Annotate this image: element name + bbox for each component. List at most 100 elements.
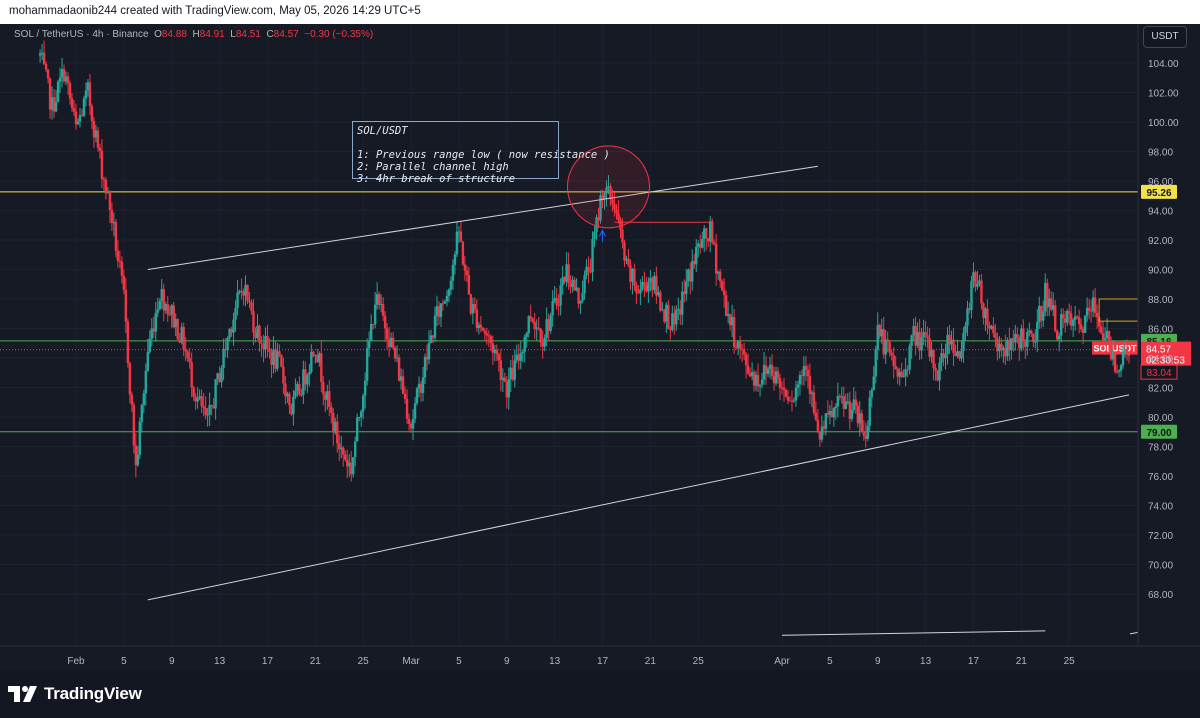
candle-body [356,417,359,442]
candle-body [282,366,285,384]
candle-body [1125,349,1129,355]
candle-body [796,384,800,388]
candle-body [1042,311,1045,321]
candle-body [130,394,134,405]
candle-body [870,390,873,398]
candle-body [1058,335,1061,340]
candle-body [742,349,746,355]
level-price-label: 79.00 [1146,428,1171,439]
y-tick-label: 78.00 [1148,443,1173,454]
candle-body [423,356,427,378]
candle-body [250,302,253,311]
candle-body [110,209,114,224]
candle-body [367,340,371,349]
candle-body [1087,307,1091,311]
candle-body [499,360,502,380]
candle-body [154,312,157,332]
candle-body [445,295,449,302]
candle-body [72,107,76,112]
candle-body [738,341,742,349]
x-tick-label: 17 [968,656,980,667]
candle-body [1067,311,1071,314]
y-tick-label: 70.00 [1148,561,1173,572]
price-chart[interactable]: 95.2685.1679.00SOLUSDT84.5702:30:5383.04… [0,24,1200,670]
candle-body [824,413,828,429]
candle-body [461,241,465,265]
candle-body [986,308,989,326]
candle-body [503,377,506,382]
candle-body [874,349,877,377]
candle-body [108,191,112,210]
candle-body [1083,315,1087,333]
candle-body [521,351,524,354]
y-tick-label: 100.00 [1148,118,1179,129]
candle-body [128,363,132,395]
candle-body [328,391,331,408]
candle-body [411,418,415,429]
candle-body [453,254,457,265]
candle-body [114,221,118,251]
candle-body [770,364,774,376]
candle-body [381,304,385,316]
annotation-note[interactable]: SOL/USDT 1: Previous range low ( now res… [352,121,610,185]
candle-body [868,397,871,426]
candle-body [120,261,124,276]
candle-body [718,271,722,282]
candle-body [136,454,140,466]
candle-body [583,275,586,294]
x-tick-label: 21 [645,656,657,667]
candle-body [132,404,136,446]
candle-body [138,421,142,455]
candle-body [593,232,596,240]
candle-body [623,242,626,261]
candle-body [836,395,840,407]
candle-body [373,304,377,325]
level-price-label: 95.26 [1146,188,1171,199]
candle-body [190,362,193,388]
candle-body [776,371,780,379]
close-value: 84.57 [273,29,299,40]
candle-body [166,304,169,315]
candle-body [294,390,297,397]
candle-body [832,407,836,418]
candle-body [1117,370,1121,372]
brand-logo[interactable]: TradingView [8,684,142,704]
candle-body [200,396,203,407]
candle-body [352,457,355,475]
x-tick-label: 5 [456,656,462,667]
close-label: C [266,29,274,40]
candle-body [894,365,897,369]
candle-body [214,379,217,409]
candle-body [88,82,92,107]
candle-body [443,301,447,304]
candle-body [90,106,94,121]
x-tick-label: Mar [402,656,420,667]
candle-body [1095,312,1099,318]
candle-body [529,316,532,319]
candle-body [792,400,796,402]
candle-body [1103,338,1107,341]
currency-selector[interactable]: USDT [1143,26,1187,48]
candle-body [232,319,235,333]
candle-body [495,349,499,355]
candle-body [970,281,973,310]
candle-body [808,376,812,394]
y-tick-label: 96.00 [1148,177,1173,188]
y-tick-label: 102.00 [1148,89,1179,100]
candle-body [924,332,927,336]
chart-area[interactable]: 95.2685.1679.00SOLUSDT84.5702:30:5383.04… [0,24,1200,670]
x-tick-label: 9 [169,656,175,667]
candle-body [760,379,764,385]
y-tick-label: 80.00 [1148,413,1173,424]
candle-body [441,303,445,305]
candle-body [740,348,744,350]
x-tick-label: 5 [121,656,127,667]
candle-body [890,352,893,356]
y-tick-label: 86.00 [1148,325,1173,336]
candle-body [258,325,261,343]
candle-body [252,310,255,333]
candle-body [720,281,724,291]
candle-body [84,90,88,99]
low-price-label: 83.04 [1146,368,1171,379]
candle-body [391,337,395,348]
